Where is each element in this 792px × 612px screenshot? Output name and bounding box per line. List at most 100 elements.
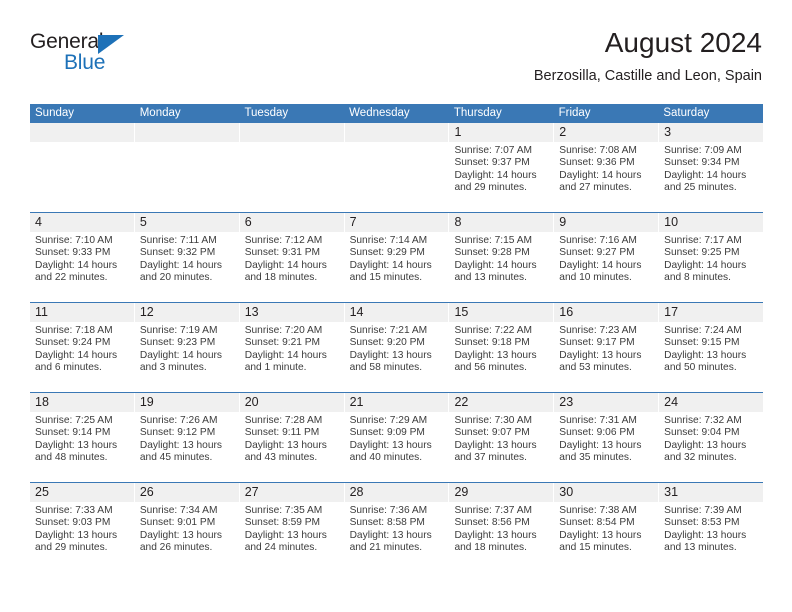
day-sun-info: Sunrise: 7:21 AM Sunset: 9:20 PM Daylight:… bbox=[345, 322, 449, 375]
daylight-text-line1: Daylight: 14 hours bbox=[454, 169, 537, 181]
daylight-text-line1: Daylight: 13 hours bbox=[454, 349, 537, 361]
daylight-text-line2: and 27 minutes. bbox=[559, 182, 632, 194]
day-sun-info: Sunrise: 7:07 AM Sunset: 9:37 PM Daylight:… bbox=[449, 142, 553, 195]
calendar-day-cell[interactable]: 12 Sunrise: 7:19 AM Sunset: 9:23 PM Dayligh… bbox=[135, 303, 240, 392]
calendar-day-cell[interactable]: 6 Sunrise: 7:12 AM Sunset: 9:31 PM Daylight… bbox=[240, 213, 345, 302]
day-sun-info: Sunrise: 7:25 AM Sunset: 9:14 PM Daylight:… bbox=[30, 412, 134, 465]
calendar-table: Sunday Monday Tuesday Wednesday Thursday… bbox=[30, 104, 763, 572]
calendar-day-cell[interactable]: 7 Sunrise: 7:14 AM Sunset: 9:29 PM Daylight… bbox=[345, 213, 450, 302]
daylight-text-line2: and 10 minutes. bbox=[559, 272, 632, 284]
calendar-day-cell[interactable]: 24 Sunrise: 7:32 AM Sunset: 9:04 PM Dayligh… bbox=[659, 393, 763, 482]
daylight-text-line1: Daylight: 13 hours bbox=[454, 529, 537, 541]
sunset-text: Sunset: 9:28 PM bbox=[454, 247, 530, 259]
calendar-day-cell[interactable]: 5 Sunrise: 7:11 AM Sunset: 9:32 PM Daylight… bbox=[135, 213, 240, 302]
daylight-text-line2: and 50 minutes. bbox=[664, 362, 737, 374]
calendar-day-cell[interactable]: 22 Sunrise: 7:30 AM Sunset: 9:07 PM Dayligh… bbox=[449, 393, 555, 482]
calendar-day-cell[interactable]: 1 Sunrise: 7:07 AM Sunset: 9:37 PM Daylight… bbox=[449, 123, 555, 212]
day-number: 16 bbox=[559, 305, 574, 319]
sunrise-text: Sunrise: 7:26 AM bbox=[139, 415, 218, 426]
calendar-week-row: 1 Sunrise: 7:07 AM Sunset: 9:37 PM Daylight… bbox=[30, 123, 763, 212]
calendar-day-cell[interactable]: 11 Sunrise: 7:18 AM Sunset: 9:24 PM Dayligh… bbox=[30, 303, 135, 392]
sunrise-text: Sunrise: 7:14 AM bbox=[349, 235, 428, 246]
generalblue-logo[interactable]: General Blue bbox=[30, 30, 210, 82]
weekday-header-friday: Friday bbox=[558, 107, 591, 119]
daylight-text-line2: and 58 minutes. bbox=[349, 362, 423, 374]
calendar-day-cell[interactable]: 9 Sunrise: 7:16 AM Sunset: 9:27 PM Daylight… bbox=[554, 213, 660, 302]
daylight-text-line1: Daylight: 13 hours bbox=[35, 529, 118, 541]
daylight-text-line2: and 18 minutes. bbox=[454, 542, 527, 554]
day-sun-info: Sunrise: 7:24 AM Sunset: 9:15 PM Daylight:… bbox=[659, 322, 763, 375]
calendar-week-row: 25 Sunrise: 7:33 AM Sunset: 9:03 PM Dayligh… bbox=[30, 482, 763, 572]
daylight-text-line1: Daylight: 14 hours bbox=[244, 259, 327, 271]
page-header: General Blue August 2024 Berzosilla, Cas… bbox=[30, 26, 762, 98]
daylight-text-line2: and 48 minutes. bbox=[35, 452, 108, 464]
weekday-header-tuesday: Tuesday bbox=[244, 107, 289, 119]
calendar-day-cell[interactable]: 20 Sunrise: 7:28 AM Sunset: 9:11 PM Dayligh… bbox=[240, 393, 345, 482]
day-number: 14 bbox=[349, 305, 364, 319]
calendar-day-cell[interactable]: 28 Sunrise: 7:36 AM Sunset: 8:58 PM Dayligh… bbox=[345, 483, 450, 572]
calendar-day-cell[interactable]: 25 Sunrise: 7:33 AM Sunset: 9:03 PM Dayligh… bbox=[30, 483, 135, 572]
sunrise-text: Sunrise: 7:10 AM bbox=[35, 235, 113, 246]
calendar-day-cell[interactable]: 27 Sunrise: 7:35 AM Sunset: 8:59 PM Dayligh… bbox=[240, 483, 345, 572]
day-sun-info: Sunrise: 7:36 AM Sunset: 8:58 PM Daylight:… bbox=[345, 502, 449, 555]
daylight-text-line2: and 15 minutes. bbox=[559, 542, 632, 554]
calendar-day-cell[interactable]: 14 Sunrise: 7:21 AM Sunset: 9:20 PM Dayligh… bbox=[345, 303, 450, 392]
daylight-text-line1: Daylight: 13 hours bbox=[559, 529, 642, 541]
sunrise-text: Sunrise: 7:29 AM bbox=[349, 415, 428, 426]
calendar-day-cell[interactable]: 10 Sunrise: 7:17 AM Sunset: 9:25 PM Dayligh… bbox=[659, 213, 763, 302]
day-number: 11 bbox=[35, 305, 48, 319]
sunrise-text: Sunrise: 7:39 AM bbox=[664, 505, 742, 516]
day-number: 29 bbox=[454, 485, 469, 499]
daylight-text-line2: and 45 minutes. bbox=[139, 452, 213, 464]
calendar-day-cell[interactable]: 3 Sunrise: 7:09 AM Sunset: 9:34 PM Daylight… bbox=[659, 123, 763, 212]
day-number: 22 bbox=[454, 395, 469, 409]
calendar-day-cell[interactable]: 23 Sunrise: 7:31 AM Sunset: 9:06 PM Dayligh… bbox=[554, 393, 660, 482]
weekday-header-wednesday: Wednesday bbox=[349, 107, 410, 119]
day-sun-info: Sunrise: 7:17 AM Sunset: 9:25 PM Daylight:… bbox=[659, 232, 763, 285]
day-number: 25 bbox=[35, 485, 49, 499]
daylight-text-line1: Daylight: 14 hours bbox=[664, 259, 747, 271]
sunset-text: Sunset: 9:03 PM bbox=[35, 517, 111, 529]
weekday-header-row: Sunday Monday Tuesday Wednesday Thursday… bbox=[30, 104, 763, 123]
calendar-day-cell[interactable]: 13 Sunrise: 7:20 AM Sunset: 9:21 PM Dayligh… bbox=[240, 303, 345, 392]
calendar-day-cell[interactable]: 26 Sunrise: 7:34 AM Sunset: 9:01 PM Dayligh… bbox=[135, 483, 240, 572]
calendar-day-cell[interactable]: 30 Sunrise: 7:38 AM Sunset: 8:54 PM Dayligh… bbox=[554, 483, 660, 572]
sunrise-text: Sunrise: 7:32 AM bbox=[664, 415, 742, 426]
calendar-day-cell[interactable]: 17 Sunrise: 7:24 AM Sunset: 9:15 PM Dayligh… bbox=[659, 303, 763, 392]
calendar-day-cell-empty bbox=[345, 123, 450, 212]
calendar-day-cell[interactable]: 2 Sunrise: 7:08 AM Sunset: 9:36 PM Daylight… bbox=[554, 123, 660, 212]
day-sun-info: Sunrise: 7:34 AM Sunset: 9:01 PM Daylight:… bbox=[135, 502, 239, 555]
day-sun-info: Sunrise: 7:38 AM Sunset: 8:54 PM Daylight:… bbox=[554, 502, 658, 555]
day-number: 5 bbox=[139, 215, 147, 229]
daylight-text-line1: Daylight: 13 hours bbox=[244, 439, 327, 451]
sunrise-text: Sunrise: 7:31 AM bbox=[559, 415, 637, 426]
calendar-day-cell[interactable]: 15 Sunrise: 7:22 AM Sunset: 9:18 PM Dayligh… bbox=[449, 303, 555, 392]
day-number: 17 bbox=[664, 305, 679, 319]
calendar-day-cell[interactable]: 18 Sunrise: 7:25 AM Sunset: 9:14 PM Dayligh… bbox=[30, 393, 135, 482]
sunset-text: Sunset: 9:11 PM bbox=[244, 427, 320, 439]
weekday-header-sunday: Sunday bbox=[35, 107, 75, 119]
day-number: 23 bbox=[559, 395, 574, 409]
daylight-text-line1: Daylight: 13 hours bbox=[139, 529, 222, 541]
sunrise-text: Sunrise: 7:07 AM bbox=[454, 145, 533, 156]
day-number: 6 bbox=[244, 215, 252, 229]
day-number bbox=[30, 123, 134, 142]
daylight-text-line1: Daylight: 13 hours bbox=[244, 529, 327, 541]
daylight-text-line1: Daylight: 13 hours bbox=[559, 439, 642, 451]
daylight-text-line1: Daylight: 13 hours bbox=[454, 439, 537, 451]
day-number: 13 bbox=[244, 305, 259, 319]
calendar-day-cell[interactable]: 29 Sunrise: 7:37 AM Sunset: 8:56 PM Dayligh… bbox=[449, 483, 555, 572]
calendar-day-cell[interactable]: 21 Sunrise: 7:29 AM Sunset: 9:09 PM Dayligh… bbox=[345, 393, 450, 482]
sunset-text: Sunset: 9:01 PM bbox=[139, 517, 216, 529]
title-block: August 2024 Berzosilla, Castille and Leo… bbox=[534, 26, 762, 87]
calendar-day-cell[interactable]: 19 Sunrise: 7:26 AM Sunset: 9:12 PM Dayligh… bbox=[135, 393, 240, 482]
calendar-day-cell[interactable]: 31 Sunrise: 7:39 AM Sunset: 8:53 PM Dayligh… bbox=[659, 483, 763, 572]
calendar-day-cell[interactable]: 4 Sunrise: 7:10 AM Sunset: 9:33 PM Daylight… bbox=[30, 213, 135, 302]
daylight-text-line2: and 40 minutes. bbox=[349, 452, 423, 464]
sunset-text: Sunset: 9:12 PM bbox=[139, 427, 216, 439]
calendar-day-cell[interactable]: 8 Sunrise: 7:15 AM Sunset: 9:28 PM Daylight… bbox=[449, 213, 555, 302]
sunset-text: Sunset: 9:09 PM bbox=[349, 427, 425, 439]
daylight-text-line2: and 13 minutes. bbox=[454, 272, 527, 284]
calendar-day-cell[interactable]: 16 Sunrise: 7:23 AM Sunset: 9:17 PM Dayligh… bbox=[554, 303, 660, 392]
day-number bbox=[240, 123, 344, 142]
